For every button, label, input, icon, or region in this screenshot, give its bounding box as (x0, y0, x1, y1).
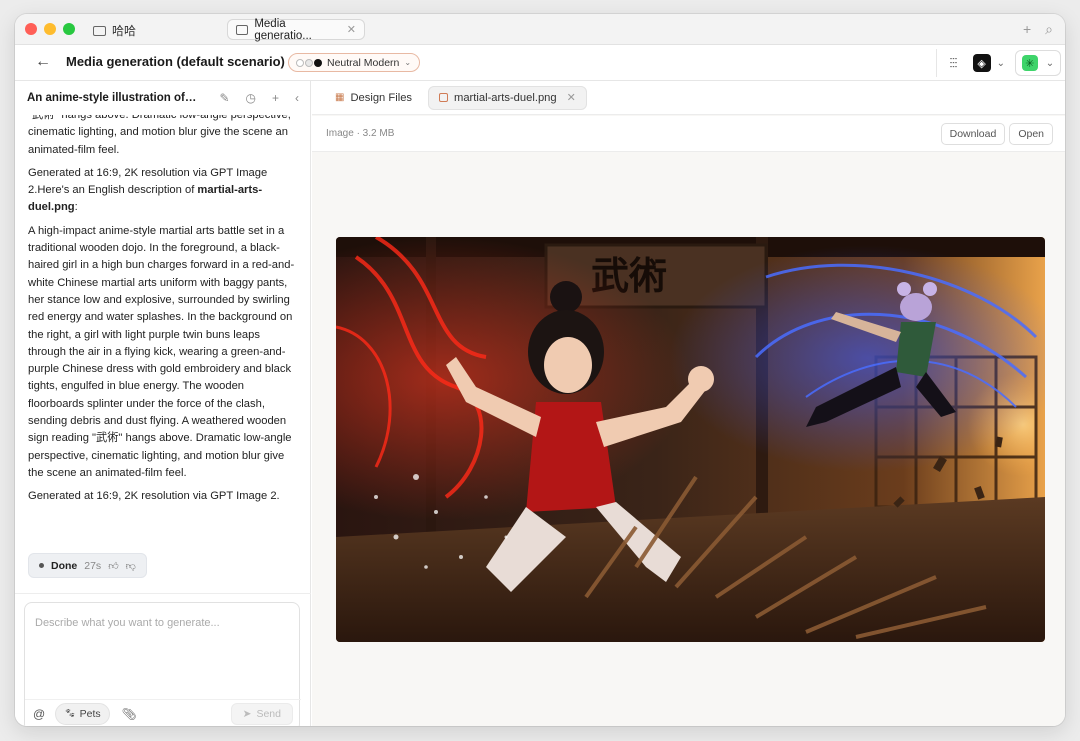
app-logo-icon[interactable]: ◈ (972, 54, 991, 72)
chevron-down-icon: ⌄ (1045, 57, 1055, 69)
composer: @ 🐾︎ Pets 📎︎ ➤ Send (24, 602, 301, 726)
pets-label: Pets (79, 707, 101, 720)
send-button[interactable]: ➤ Send (230, 702, 293, 725)
app-window: 哈哈 Media generatio... ✕ + ⌕ ← Media gene… (15, 14, 1065, 726)
paw-icon: 🐾︎ (64, 708, 76, 718)
pets-button[interactable]: 🐾︎ Pets (55, 702, 110, 725)
tab-martial-arts-duel[interactable]: martial-arts-duel.png ✕ (428, 85, 587, 110)
download-button[interactable]: Download (940, 123, 1006, 145)
workspace-folder-label: 哈哈 (112, 24, 137, 38)
send-icon: ➤ (242, 707, 252, 720)
open-button[interactable]: Open (1009, 123, 1053, 145)
avatar: ✳ (1021, 55, 1038, 71)
status-label: Done (51, 559, 78, 572)
history-icon[interactable]: ◷ (246, 91, 256, 105)
status-badge: Done 27s 👍︎ 👎︎ (28, 553, 147, 578)
title-bar: 哈哈 Media generatio... ✕ + ⌕ (15, 14, 1065, 45)
tab-label: Design Files (350, 91, 413, 104)
attachment-icon[interactable]: 📎︎ (122, 707, 137, 721)
thumbs-down-icon[interactable]: 👎︎ (126, 560, 136, 572)
conversation-title: An anime-style illustration of a... (27, 92, 197, 104)
arrow-left-icon[interactable]: ← (35, 53, 51, 71)
workspace-folder[interactable]: 哈哈 (93, 22, 136, 39)
status-dot-icon (39, 563, 44, 568)
file-meta: Image · 3.2 MB (326, 128, 395, 139)
grid-icon: ▦ (335, 92, 345, 103)
message-paragraph: A high-impact anime-style martial arts b… (28, 224, 295, 479)
preview-panel: ▦ Design Files martial-arts-duel.png ✕ I… (312, 81, 1065, 726)
zoom-window-button[interactable] (63, 23, 75, 35)
close-window-button[interactable] (25, 23, 37, 35)
account-menu-button[interactable]: ✳ ⌄ (1015, 50, 1061, 76)
chevron-down-icon[interactable]: ⌄ (997, 58, 1005, 69)
image-file-icon (439, 93, 449, 102)
folder-icon (93, 25, 106, 36)
theme-swatch-icon (296, 58, 322, 67)
window-tab[interactable]: Media generatio... ✕ (227, 17, 365, 42)
conversation-header: An anime-style illustration of a... ✎ ◷ … (15, 81, 311, 115)
message-list[interactable]: "武術" hangs above. Dramatic low-angle per… (15, 115, 311, 560)
page-header: ← Media generation (default scenario) Ne… (15, 45, 1065, 81)
chevron-left-icon[interactable]: ‹ (295, 91, 299, 105)
page-title: Media generation (default scenario) (66, 54, 285, 69)
sliders-icon[interactable]: ⫶⫶⫶ (949, 55, 957, 72)
file-toolbar: Image · 3.2 MB Download Open (312, 116, 1065, 152)
theme-selector[interactable]: Neutral Modern ⌄ (288, 53, 421, 72)
prompt-input[interactable] (35, 617, 287, 687)
new-tab-icon[interactable]: + (1023, 21, 1031, 38)
folder-icon (236, 24, 249, 35)
conversation-panel: An anime-style illustration of a... ✎ ◷ … (15, 81, 311, 726)
generated-image: 武術 (336, 237, 1045, 642)
window-tab-label: Media generatio... (254, 17, 312, 42)
status-duration: 27s (84, 559, 102, 572)
preview-tabs: ▦ Design Files martial-arts-duel.png ✕ (312, 81, 1065, 115)
minimize-window-button[interactable] (44, 23, 56, 35)
tab-design-files[interactable]: ▦ Design Files (325, 86, 422, 110)
close-tab-icon[interactable]: ✕ (567, 91, 576, 104)
message-paragraph: Generated at 16:9, 2K resolution via GPT… (28, 490, 280, 503)
tab-label: martial-arts-duel.png (454, 91, 557, 104)
thumbs-up-icon[interactable]: 👍︎ (108, 560, 118, 572)
plus-icon[interactable]: + (272, 91, 279, 105)
mention-icon[interactable]: @ (33, 707, 45, 721)
chevron-down-icon: ⌄ (404, 58, 412, 67)
message-paragraph: Generated at 16:9, 2K resolution via GPT… (28, 166, 268, 214)
send-label: Send (256, 707, 281, 720)
theme-label: Neutral Modern (327, 56, 400, 69)
message-paragraph: "武術" hangs above. Dramatic low-angle per… (28, 115, 291, 156)
close-tab-icon[interactable]: ✕ (347, 23, 356, 36)
search-icon[interactable]: ⌕ (1045, 21, 1053, 38)
pencil-icon[interactable]: ✎ (219, 91, 229, 105)
